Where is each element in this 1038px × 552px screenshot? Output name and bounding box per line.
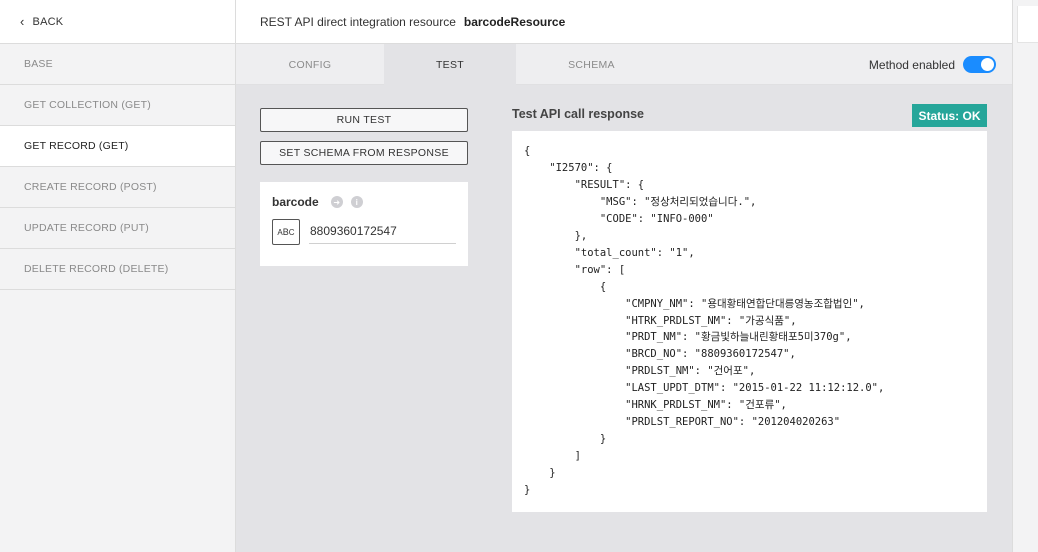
set-schema-from-response-button[interactable]: SET SCHEMA FROM RESPONSE [260, 141, 468, 165]
barcode-input[interactable] [309, 218, 456, 244]
response-title: Test API call response [512, 107, 644, 121]
abc-text-type-icon: ABC [272, 219, 300, 245]
sidebar-item-base[interactable]: BASE [0, 44, 235, 85]
sidebar-item-delete-record[interactable]: DELETE RECORD (DELETE) [0, 249, 235, 290]
back-label: BACK [32, 15, 64, 28]
response-json: { "I2570": { "RESULT": { "MSG": "정상처리되었습… [524, 145, 885, 497]
sidebar-item-label: GET COLLECTION (GET) [24, 99, 151, 111]
response-body: { "I2570": { "RESULT": { "MSG": "정상처리되었습… [512, 131, 987, 512]
status-badge: Status: OK [912, 104, 987, 127]
sidebar-item-label: UPDATE RECORD (PUT) [24, 222, 149, 234]
sidebar-item-label: CREATE RECORD (POST) [24, 181, 157, 193]
tab-label: CONFIG [288, 58, 332, 71]
sidebar-item-get-collection[interactable]: GET COLLECTION (GET) [0, 85, 235, 126]
sidebar-item-label: DELETE RECORD (DELETE) [24, 263, 169, 275]
tab-bar: CONFIG TEST SCHEMA Method enabled [236, 44, 1012, 85]
tab-test[interactable]: TEST [384, 44, 516, 85]
back-button[interactable]: ‹ BACK [0, 0, 235, 44]
resource-name: barcodeResource [463, 14, 566, 29]
parameter-name: barcode [272, 195, 319, 209]
arrow-right-circle-icon[interactable]: ➜ [330, 196, 343, 208]
sidebar-item-label: BASE [24, 58, 53, 70]
sidebar: ‹ BACK BASE GET COLLECTION (GET) GET REC… [0, 0, 236, 552]
method-enabled-control: Method enabled [869, 44, 996, 85]
tab-config[interactable]: CONFIG [236, 44, 384, 85]
right-panel-tab [1017, 6, 1038, 43]
toggle-knob [981, 58, 994, 71]
parameter-card: barcode ➜ i ABC [260, 182, 468, 266]
sidebar-item-get-record[interactable]: GET RECORD (GET) [0, 126, 235, 167]
right-panel-edge [1012, 0, 1038, 552]
run-test-button[interactable]: RUN TEST [260, 108, 468, 132]
info-icon[interactable]: i [350, 196, 363, 208]
sidebar-item-label: GET RECORD (GET) [24, 140, 129, 152]
tab-label: TEST [435, 58, 465, 71]
method-enabled-toggle[interactable] [963, 56, 996, 73]
tab-label: SCHEMA [568, 58, 615, 71]
sidebar-item-create-record[interactable]: CREATE RECORD (POST) [0, 167, 235, 208]
sidebar-item-update-record[interactable]: UPDATE RECORD (PUT) [0, 208, 235, 249]
test-panel: RUN TEST SET SCHEMA FROM RESPONSE barcod… [236, 85, 1012, 552]
parameter-header: barcode ➜ i [272, 195, 363, 209]
tab-schema[interactable]: SCHEMA [516, 44, 667, 85]
chevron-left-icon: ‹ [20, 14, 25, 29]
header-prefix: REST API direct integration resource [260, 14, 456, 29]
page-header: REST API direct integration resource bar… [236, 0, 1012, 44]
method-enabled-label: Method enabled [868, 57, 955, 72]
